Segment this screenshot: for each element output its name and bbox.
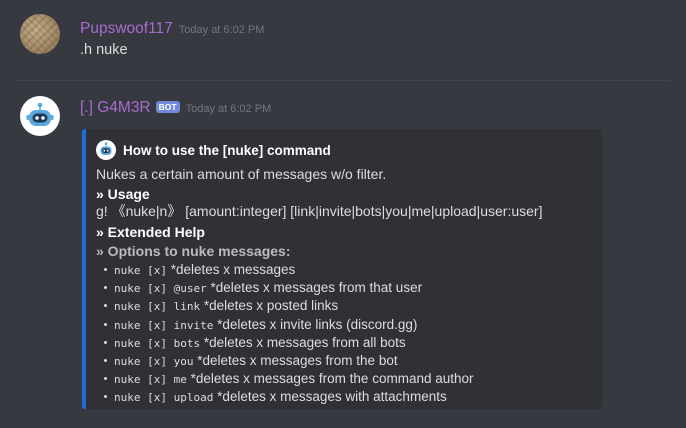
embed-author-name: How to use the [nuke] command [123,142,331,158]
option-text: *deletes x invite links (discord.gg) [213,316,418,332]
option-text: *deletes x messages from all bots [200,334,406,350]
list-item: nuke [x] bots *deletes x messages from a… [96,334,590,352]
option-text: *deletes x messages [166,262,296,277]
robot-icon [26,102,54,126]
username[interactable]: Pupswoof117 [80,20,173,37]
options-title: » Options to nuke messages: [96,243,291,259]
message-divider [16,80,670,81]
bot-avatar[interactable] [20,96,60,136]
timestamp: Today at 6:02 PM [185,103,272,115]
list-item: nuke [x] upload *deletes x messages with… [96,388,590,406]
list-item: nuke [x] *deletes x messages [96,261,590,279]
extended-help-title: » Extended Help [96,224,205,240]
option-text: *deletes x messages from that user [206,280,423,296]
usage-title: » Usage [96,186,150,202]
bot-username[interactable]: [.] G4M3R [80,99,151,116]
option-code: nuke [x] invite [114,318,214,332]
user-avatar[interactable] [20,14,60,54]
bot-tag: BOT [155,101,180,113]
timestamp: Today at 6:02 PM [178,24,265,36]
embed-description: Nukes a certain amount of messages w/o f… [96,166,387,182]
option-text: *deletes x messages from the bot [193,353,398,369]
option-code: nuke [x] you [114,355,194,369]
list-item: nuke [x] link *deletes x posted links [96,297,590,315]
option-code: nuke [x] bots [114,336,201,350]
robot-icon [96,140,116,160]
option-text: *deletes x posted links [200,298,339,314]
embed: How to use the [nuke] command Nukes a ce… [82,129,602,409]
list-item: nuke [x] me *deletes x messages from the… [96,370,590,388]
option-code: nuke [x] [114,264,167,277]
embed-author: How to use the [nuke] command [96,139,590,161]
list-item: nuke [x] invite *deletes x invite links … [96,316,590,334]
option-text: *deletes x messages from the command aut… [186,371,474,387]
list-item: nuke [x] @user *deletes x messages from … [96,279,590,297]
message-content: .h nuke [80,42,128,58]
option-code: nuke [x] upload [114,391,214,405]
option-code: nuke [x] link [114,300,201,314]
option-code: nuke [x] me [114,373,187,387]
list-item: nuke [x] you *deletes x messages from th… [96,352,590,370]
option-text: *deletes x messages with attachments [213,389,447,405]
usage-text: g! 《nuke|n》 [amount:integer] [link|invit… [96,203,543,219]
option-code: nuke [x] @user [114,282,207,296]
options-list: nuke [x] *deletes x messages nuke [x] @u… [96,261,590,407]
